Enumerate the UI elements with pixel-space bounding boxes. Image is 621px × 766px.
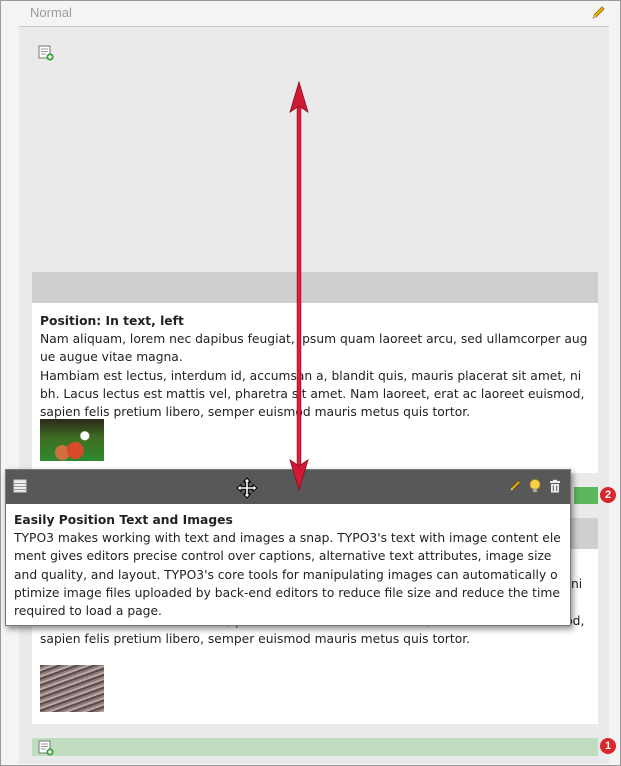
new-content-icon[interactable] — [38, 740, 54, 756]
new-content-icon[interactable] — [38, 45, 54, 61]
step-badge: 1 — [600, 738, 616, 754]
drop-zone-active[interactable] — [574, 487, 598, 504]
drag-preview-body: TYPO3 makes working with text and images… — [14, 531, 561, 619]
drag-preview-element[interactable]: Easily Position Text and Images TYPO3 ma… — [5, 469, 571, 626]
drag-preview-text: Easily Position Text and Images TYPO3 ma… — [14, 511, 562, 620]
content-element-text: Position: In text, left Nam aliquam, lor… — [40, 312, 588, 421]
trash-icon[interactable] — [548, 479, 562, 493]
content-element-image — [40, 665, 104, 712]
bulb-icon[interactable] — [527, 478, 543, 494]
drag-direction-arrow — [289, 80, 309, 492]
pencil-icon[interactable] — [508, 479, 522, 493]
drag-preview-title: Easily Position Text and Images — [14, 513, 233, 527]
pencil-icon[interactable] — [590, 5, 606, 21]
content-element-paragraph: Nam aliquam, lorem nec dapibus feugiat, … — [40, 332, 588, 365]
table-icon — [13, 479, 27, 493]
content-element-header[interactable] — [32, 272, 598, 303]
content-element-title: Position: In text, left — [40, 314, 184, 328]
column-label: Normal — [30, 5, 72, 20]
step-badge: 2 — [600, 487, 616, 503]
move-icon[interactable] — [236, 477, 258, 499]
content-element-image — [40, 419, 104, 461]
content-element-paragraph: Hambiam est lectus, interdum id, accumsa… — [40, 368, 585, 420]
drop-zone[interactable] — [32, 738, 598, 756]
content-element-text-fragment: ni — [571, 577, 583, 591]
